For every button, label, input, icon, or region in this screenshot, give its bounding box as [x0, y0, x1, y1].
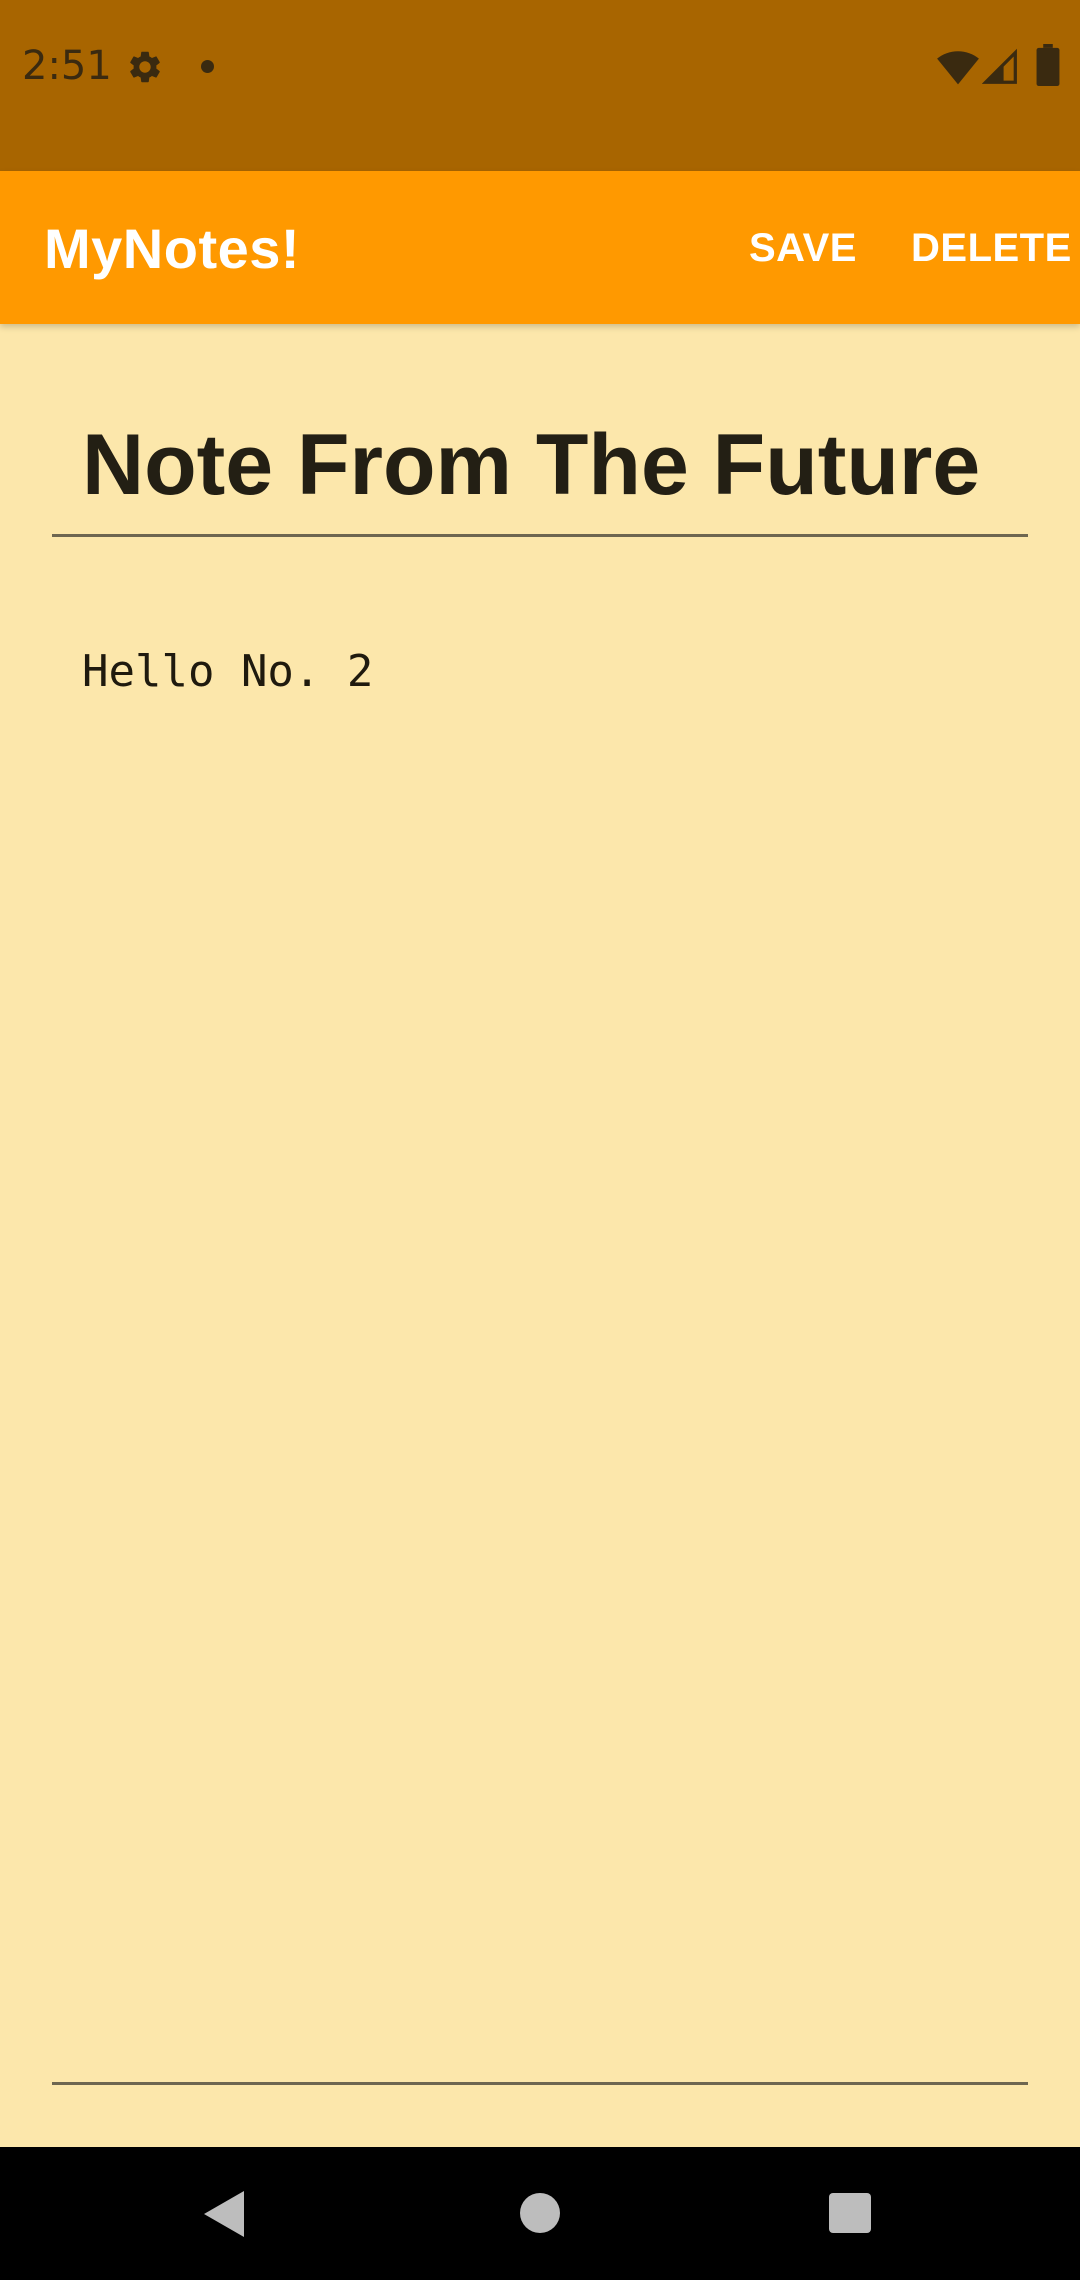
signal-icon [982, 48, 1017, 84]
home-icon[interactable] [520, 2193, 560, 2233]
status-time: 2:51 [22, 43, 112, 89]
back-icon[interactable] [204, 2191, 244, 2237]
gear-icon [130, 51, 160, 83]
delete-button[interactable]: DELETE [911, 224, 1072, 272]
body-underline [52, 2082, 1028, 2085]
title-underline [52, 534, 1028, 537]
note-body-field[interactable]: Hello No. 2 [82, 643, 1022, 701]
battery-icon [1036, 44, 1060, 86]
app-bar: MyNotes! SAVE DELETE [0, 171, 1080, 324]
note-title-field[interactable]: Note From The Future [82, 410, 1022, 520]
save-button[interactable]: SAVE [749, 224, 857, 272]
navigation-bar [0, 2147, 1080, 2280]
wifi-icon [937, 51, 979, 85]
recents-icon[interactable] [829, 2193, 871, 2233]
status-bar: 2:51 [0, 0, 1080, 171]
notification-dot-icon [201, 60, 214, 73]
app-title: MyNotes! [44, 217, 301, 280]
